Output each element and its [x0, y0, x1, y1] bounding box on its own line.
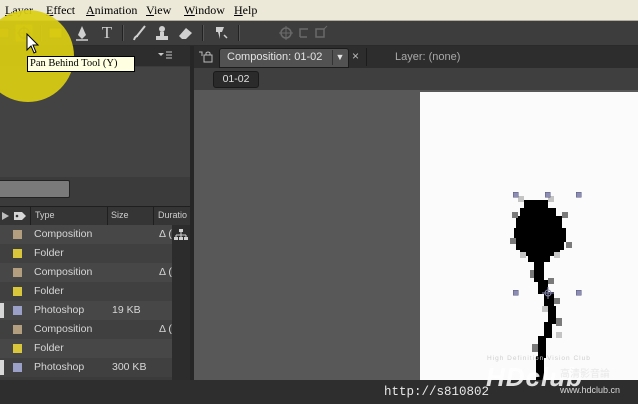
mouse-cursor-icon [26, 32, 40, 55]
project-item-row[interactable]: Folder [0, 339, 172, 358]
item-duration: Δ ( [159, 323, 172, 335]
item-type: Folder [34, 342, 64, 354]
project-search-input[interactable] [0, 180, 70, 198]
brush-tool-icon[interactable] [130, 23, 150, 43]
item-type: Composition [34, 323, 93, 335]
project-item-row[interactable]: Composition Δ ( [0, 263, 172, 282]
toolbar-separator [238, 25, 240, 41]
item-duration: Δ ( [159, 266, 172, 278]
item-type: Folder [34, 285, 64, 297]
type-tool-icon[interactable]: T [97, 23, 117, 43]
label-color-swatch[interactable] [13, 268, 22, 277]
project-items-list: Composition Δ ( Folder Composition Δ ( F… [0, 225, 172, 377]
label-color-swatch[interactable] [13, 287, 22, 296]
toolbar-separator [122, 25, 124, 41]
label-color-swatch[interactable] [13, 306, 22, 315]
menu-bar: Layer Effect Animation View Window Help [0, 0, 638, 21]
watermark-url: http://s810802 [384, 385, 490, 399]
column-separator [153, 207, 154, 225]
local-axis-mode-icon[interactable] [276, 23, 296, 43]
menu-window[interactable]: Window [184, 3, 225, 18]
menu-view[interactable]: View [146, 3, 171, 18]
column-separator [30, 207, 31, 225]
composition-breadcrumb[interactable]: 01-02 [213, 71, 259, 88]
pen-tool-icon[interactable] [72, 23, 92, 43]
label-color-swatch[interactable] [13, 249, 22, 258]
puppet-pin-tool-icon[interactable] [210, 23, 230, 43]
menu-animation[interactable]: Animation [86, 3, 137, 18]
size-column-header[interactable]: Size [111, 210, 129, 220]
project-scrollbar[interactable] [172, 225, 190, 380]
watermark-logo-cjk: 高清影音論 [560, 369, 610, 380]
item-size: 300 KB [112, 361, 147, 373]
item-size: 19 KB [112, 304, 141, 316]
tab-composition[interactable]: Composition: 01-02 ▼ [219, 48, 349, 68]
menu-help[interactable]: Help [234, 3, 257, 18]
composition-tab-label: Composition: 01-02 [227, 51, 323, 63]
close-icon[interactable]: × [352, 50, 364, 62]
project-item-row[interactable]: Folder [0, 244, 172, 263]
project-item-row[interactable]: Composition Δ ( [0, 320, 172, 339]
project-item-row[interactable]: Photoshop 19 KB [0, 301, 172, 320]
project-item-row[interactable]: Folder [0, 282, 172, 301]
watermark-logo-subtitle: High Definition Vision Club [487, 355, 591, 362]
tab-separator [366, 48, 367, 66]
selection-marker [0, 303, 4, 318]
item-type: Photoshop [34, 304, 85, 316]
chevron-down-icon[interactable]: ▼ [332, 50, 347, 65]
type-column-header[interactable]: Type [35, 210, 55, 220]
selection-marker [0, 360, 4, 375]
item-type: Composition [34, 228, 93, 240]
eraser-tool-icon[interactable] [176, 23, 196, 43]
watermark-website: www.hdclub.cn [560, 385, 621, 395]
project-item-row[interactable]: Composition Δ ( [0, 225, 172, 244]
label-column-icon[interactable] [0, 210, 28, 224]
lock-viewer-icon[interactable] [197, 50, 215, 64]
label-color-swatch[interactable] [13, 344, 22, 353]
label-color-swatch[interactable] [13, 325, 22, 334]
item-duration: Δ ( [159, 228, 172, 240]
pixel-art-layer[interactable] [420, 92, 638, 380]
project-item-row[interactable]: Photoshop 300 KB [0, 358, 172, 377]
tab-layer[interactable]: Layer: (none) [395, 51, 460, 63]
item-type: Folder [34, 247, 64, 259]
duration-column-header[interactable]: Duratio [158, 210, 187, 220]
tools-toolbar: T [0, 21, 638, 46]
column-separator [107, 207, 108, 225]
tooltip: Pan Behind Tool (Y) [27, 56, 135, 72]
composition-canvas[interactable] [420, 92, 638, 380]
flowchart-icon[interactable] [174, 228, 188, 242]
toolbar-separator [202, 25, 204, 41]
label-color-swatch[interactable] [13, 363, 22, 372]
label-color-swatch[interactable] [13, 230, 22, 239]
item-type: Photoshop [34, 361, 85, 373]
item-type: Composition [34, 266, 93, 278]
clone-stamp-tool-icon[interactable] [152, 23, 172, 43]
composition-navigator-bar [194, 68, 638, 90]
project-column-header: Type Size Duratio [0, 206, 190, 226]
panel-menu-icon[interactable] [156, 49, 174, 61]
view-axis-mode-icon[interactable] [310, 23, 330, 43]
